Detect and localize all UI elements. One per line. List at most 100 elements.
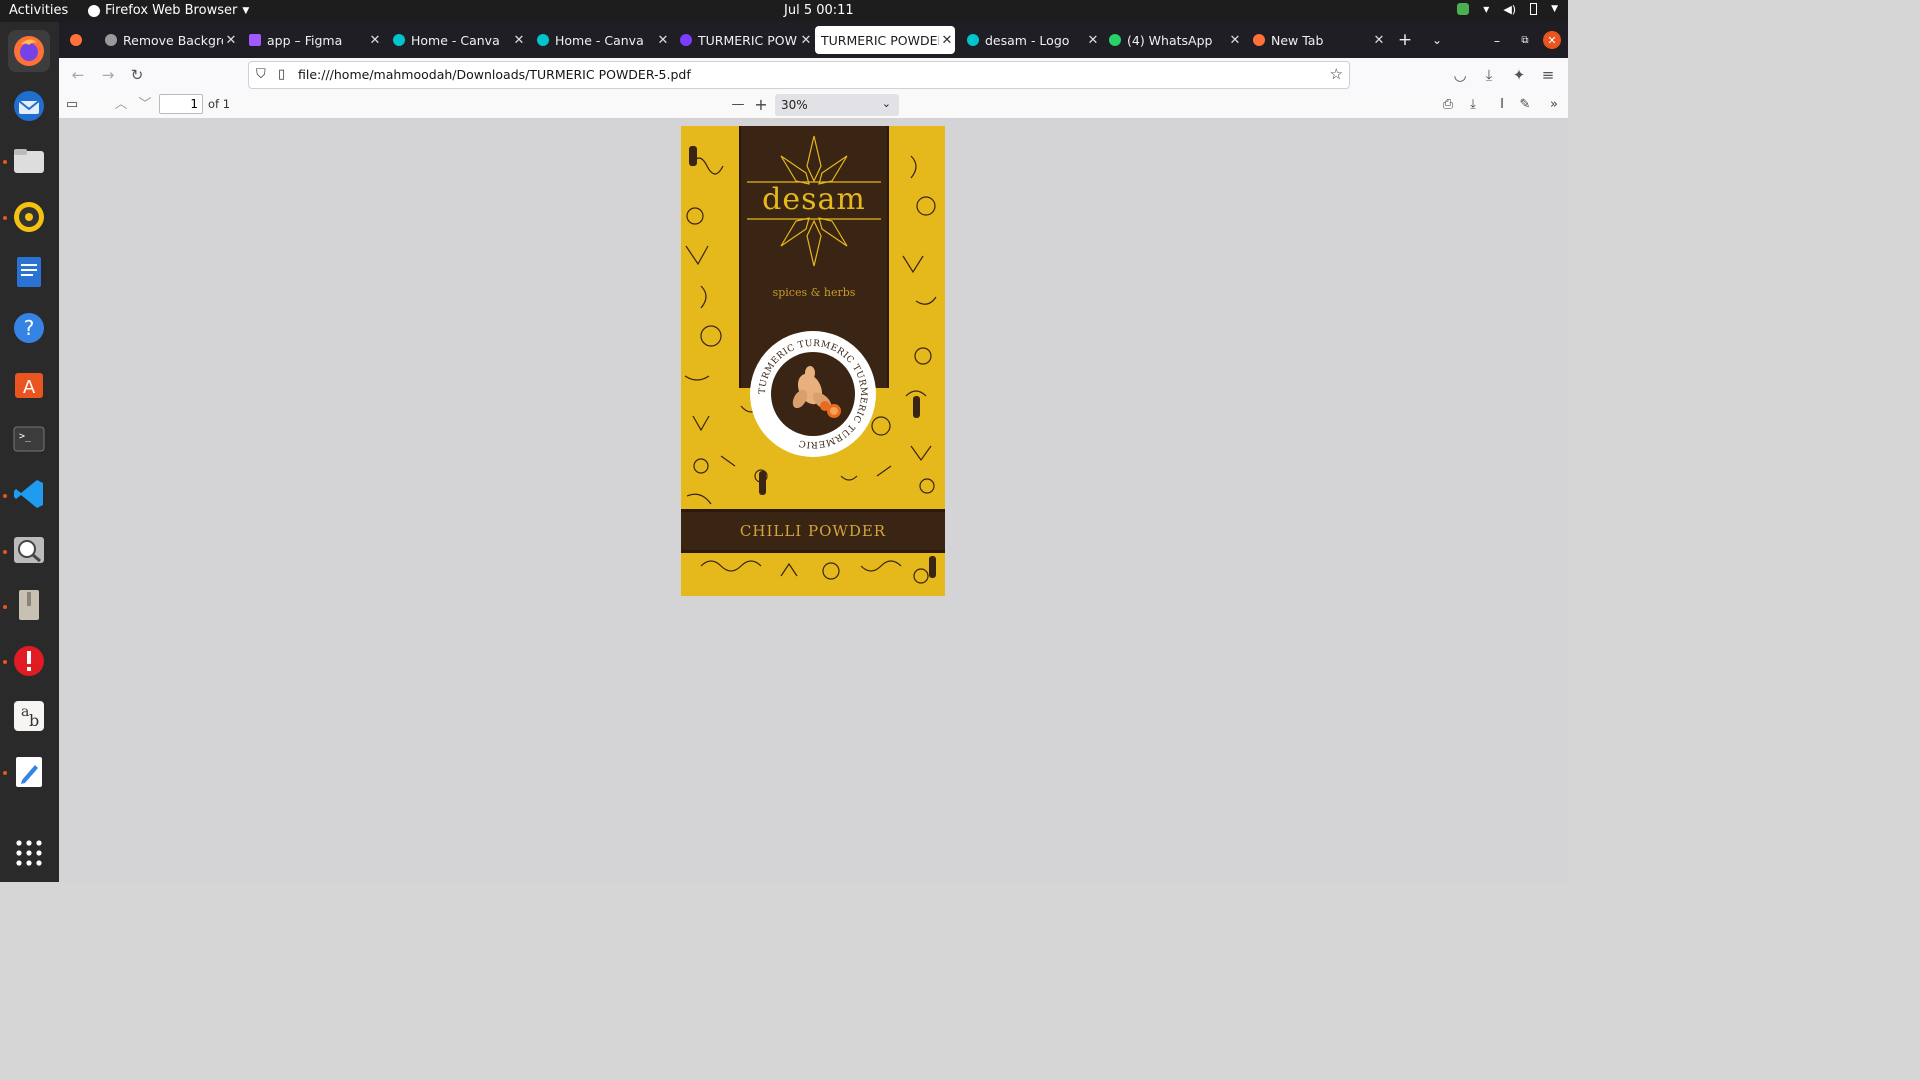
close-tab-icon[interactable]: ✕	[655, 33, 671, 48]
tab-figma[interactable]: app – Figma ✕	[243, 26, 383, 54]
close-tab-icon[interactable]: ✕	[1085, 33, 1101, 48]
plus-icon: +	[1397, 30, 1413, 50]
minimize-icon: –	[1493, 32, 1501, 48]
new-tab-button[interactable]: +	[1395, 26, 1415, 54]
files-icon	[14, 149, 44, 173]
zoom-out-button[interactable]: —	[728, 95, 748, 115]
dock-dictionary[interactable]: ab	[8, 695, 50, 737]
app-menu[interactable]: Firefox Web Browser ▼	[88, 3, 249, 18]
restore-icon: ⧉	[1521, 34, 1529, 46]
next-page-button[interactable]: ﹀	[135, 95, 155, 115]
tab-title: (4) WhatsApp	[1127, 32, 1213, 48]
dock-alert[interactable]	[8, 640, 50, 682]
reload-button[interactable]: ↻	[127, 65, 147, 85]
chevron-down-icon: ⌄	[881, 97, 891, 110]
archive-icon	[19, 590, 39, 620]
toggle-sidebar-button[interactable]: ▭	[62, 95, 82, 115]
dock-firefox[interactable]	[8, 30, 50, 72]
tab-whatsapp[interactable]: (4) WhatsApp ✕	[1103, 26, 1243, 54]
vscode-icon	[14, 480, 43, 508]
firefox-icon	[1253, 34, 1265, 46]
tab-title: Remove Backgrou	[123, 32, 223, 48]
back-button[interactable]: ←	[68, 65, 88, 85]
tab-canva-home-1[interactable]: Home - Canva ✕	[387, 26, 527, 54]
pocket-icon: ◡	[1453, 66, 1467, 84]
dock-help[interactable]: ?	[8, 307, 50, 349]
close-tab-icon[interactable]: ✕	[1227, 33, 1243, 48]
list-all-tabs-button[interactable]: ⌄	[1427, 26, 1447, 54]
close-tab-icon[interactable]: ✕	[223, 33, 239, 48]
thunderbird-icon	[14, 91, 44, 121]
tab-remove-background[interactable]: Remove Backgrou ✕	[99, 26, 239, 54]
pencil-icon: ✎	[1519, 97, 1531, 112]
product-name: CHILLI POWDER	[739, 522, 887, 540]
text-editor-icon	[16, 757, 42, 787]
back-arrow-icon: ←	[71, 66, 85, 84]
dock-writer[interactable]	[8, 251, 50, 293]
dock-rhythmbox[interactable]	[8, 196, 50, 238]
dock-search[interactable]	[8, 529, 50, 571]
tab-title: desam - Logo	[985, 32, 1070, 48]
dock-vscode[interactable]	[8, 473, 50, 515]
dock-files[interactable]	[8, 140, 50, 182]
menu-button[interactable]: ≡	[1538, 65, 1558, 85]
figma-icon	[249, 34, 261, 46]
close-tab-icon[interactable]: ✕	[367, 33, 383, 48]
minimize-button[interactable]: –	[1487, 26, 1507, 54]
zoom-in-button[interactable]: +	[751, 95, 771, 115]
print-button[interactable]: ⎙	[1438, 95, 1458, 115]
tab-desam-logo[interactable]: desam - Logo ✕	[961, 26, 1101, 54]
tab-turmeric-canva[interactable]: TURMERIC POWD ✕	[674, 26, 814, 54]
tab-turmeric-pdf[interactable]: TURMERIC POWDER ✕	[815, 26, 955, 54]
save-button[interactable]: ⤓	[1463, 95, 1483, 115]
show-apps-button[interactable]	[8, 832, 50, 874]
dock-software[interactable]: A	[8, 362, 50, 404]
tools-menu-button[interactable]: »	[1544, 95, 1564, 115]
forward-button[interactable]: →	[98, 65, 118, 85]
save-icon: ⤓	[1470, 97, 1476, 112]
url-bar[interactable]: ⛉ ▯ file:///home/mahmoodah/Downloads/TUR…	[248, 61, 1350, 89]
close-tab-icon[interactable]: ✕	[1371, 33, 1387, 48]
dock-terminal[interactable]: >_	[8, 418, 50, 460]
plus-icon: +	[754, 95, 768, 114]
reload-icon: ↻	[130, 66, 144, 84]
canva-icon	[967, 34, 979, 46]
file-icon[interactable]: ▯	[278, 67, 285, 82]
downloads-button[interactable]: ⤓	[1479, 65, 1499, 85]
url-text[interactable]: file:///home/mahmoodah/Downloads/TURMERI…	[298, 67, 691, 82]
battery-icon	[1530, 3, 1538, 15]
pdf-viewer[interactable]: desam spices & herbs TURMERIC TURMERIC T…	[59, 118, 1568, 882]
dock-archive[interactable]	[8, 584, 50, 626]
close-window-button[interactable]: ✕	[1543, 31, 1561, 49]
software-store-icon: A	[15, 373, 43, 398]
pocket-button[interactable]: ◡	[1450, 65, 1470, 85]
zoom-select[interactable]: 30% ⌄	[775, 94, 899, 116]
close-icon: ✕	[1547, 33, 1557, 47]
dock-thunderbird[interactable]	[8, 85, 50, 127]
magnifier-icon	[14, 537, 44, 563]
tab-new-tab[interactable]: New Tab ✕	[1247, 26, 1387, 54]
previous-page-button[interactable]: ︿	[111, 95, 131, 115]
tab-title: app – Figma	[267, 32, 343, 48]
shield-icon[interactable]: ⛉	[256, 67, 266, 82]
dock-text-editor[interactable]	[8, 751, 50, 793]
firefox-view-button[interactable]	[65, 26, 89, 54]
close-tab-icon[interactable]: ✕	[798, 33, 814, 48]
help-icon: ?	[14, 313, 44, 343]
close-tab-icon[interactable]: ✕	[511, 33, 527, 48]
draw-tool-button[interactable]: ✎	[1515, 95, 1535, 115]
activities-button[interactable]: Activities	[9, 3, 68, 18]
tab-canva-home-2[interactable]: Home - Canva ✕	[531, 26, 671, 54]
system-tray[interactable]: ▾ ◀) ▼	[1457, 2, 1558, 16]
navigation-toolbar: ← → ↻ ⛉ ▯ file:///home/mahmoodah/Downloa…	[59, 58, 1568, 92]
text-tool-button[interactable]: I	[1492, 95, 1512, 115]
sidebar-icon: ▭	[65, 97, 79, 112]
restore-button[interactable]: ⧉	[1515, 26, 1535, 54]
close-tab-icon[interactable]: ✕	[939, 33, 955, 48]
bookmark-star-icon[interactable]: ☆	[1330, 65, 1343, 83]
page-count: of 1	[208, 97, 231, 111]
extensions-button[interactable]: ✦	[1509, 65, 1529, 85]
removebg-icon	[105, 34, 117, 46]
clock[interactable]: Jul 5 00:11	[784, 3, 854, 18]
page-number-input[interactable]: 1	[159, 94, 203, 114]
